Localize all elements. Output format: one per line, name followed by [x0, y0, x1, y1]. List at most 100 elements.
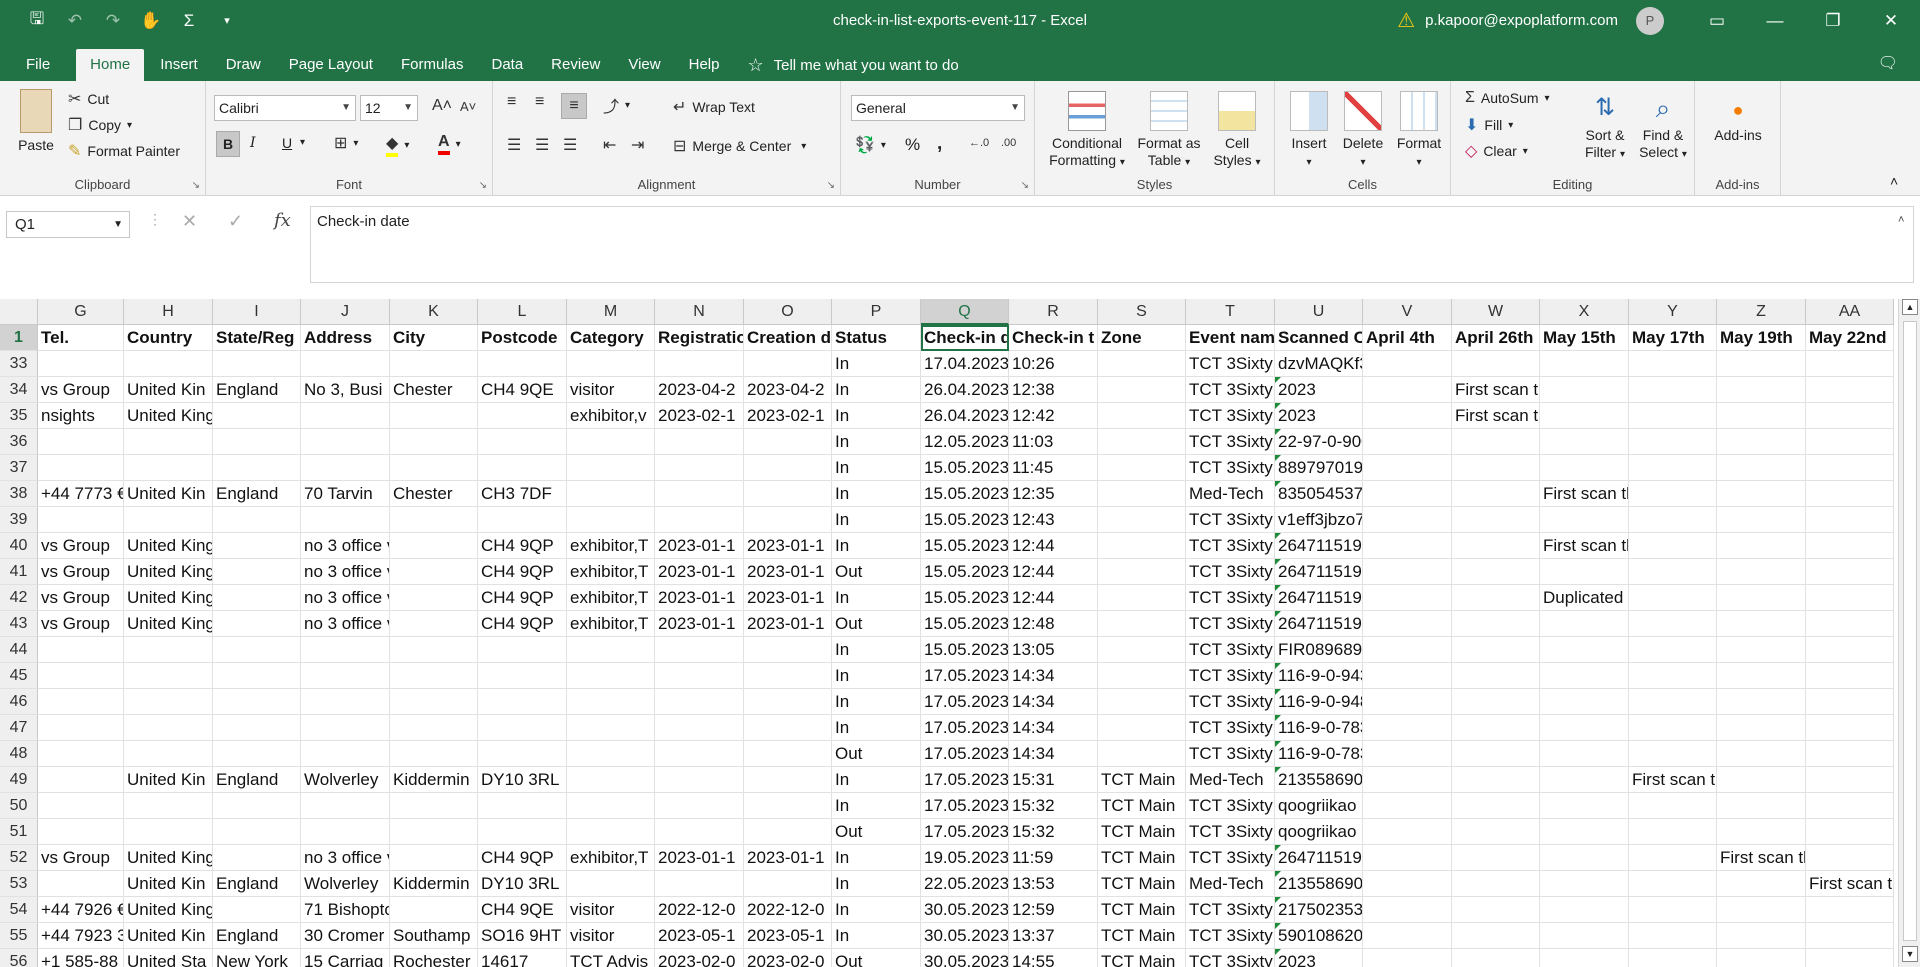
cell[interactable]: 14617 [478, 949, 567, 967]
cell[interactable] [1806, 637, 1894, 663]
cell[interactable] [1717, 741, 1806, 767]
cell[interactable]: England [213, 871, 301, 897]
cell[interactable]: 2023-02-1 [655, 403, 744, 429]
cell[interactable]: 12.05.2023 [921, 429, 1009, 455]
cell[interactable] [655, 767, 744, 793]
align-right-button[interactable]: ☰ [563, 135, 577, 155]
cell[interactable]: TCT 3Sixty [1186, 403, 1275, 429]
cell[interactable]: TCT 3Sixty [1186, 637, 1275, 663]
cell[interactable]: 22.05.2023 [921, 871, 1009, 897]
increase-indent-button[interactable]: ⇥ [631, 135, 644, 155]
cell[interactable] [213, 897, 301, 923]
cell[interactable] [213, 533, 301, 559]
cell[interactable] [744, 351, 832, 377]
row-header[interactable]: 38 [0, 481, 38, 507]
cell[interactable]: New York [213, 949, 301, 967]
cell[interactable] [1452, 611, 1540, 637]
cell[interactable] [1806, 793, 1894, 819]
cell[interactable] [1540, 767, 1629, 793]
cell[interactable] [390, 663, 478, 689]
tab-formulas[interactable]: Formulas [387, 49, 478, 81]
cell[interactable] [213, 507, 301, 533]
cell[interactable]: TCT 3Sixty [1186, 715, 1275, 741]
cell[interactable]: 2023-05-1 [744, 923, 832, 949]
row-header[interactable]: 43 [0, 611, 38, 637]
touch-mode-icon[interactable]: ✋ [134, 6, 168, 36]
cell[interactable] [1363, 923, 1452, 949]
cell[interactable]: In [832, 455, 921, 481]
cell[interactable]: In [832, 403, 921, 429]
cell[interactable] [1540, 949, 1629, 967]
cell[interactable]: April 26th [1452, 325, 1540, 351]
cell[interactable] [478, 507, 567, 533]
cell[interactable] [478, 429, 567, 455]
cell[interactable]: In [832, 637, 921, 663]
cell[interactable] [1806, 611, 1894, 637]
cell[interactable] [213, 637, 301, 663]
cell[interactable] [1629, 585, 1717, 611]
cell[interactable] [1363, 767, 1452, 793]
cell[interactable] [655, 793, 744, 819]
cell[interactable] [1629, 377, 1717, 403]
cell[interactable] [1363, 637, 1452, 663]
cell[interactable]: TCT Main [1098, 949, 1186, 967]
cell[interactable] [1806, 585, 1894, 611]
cell[interactable] [478, 741, 567, 767]
cell[interactable] [38, 819, 124, 845]
dialog-launcher-icon[interactable]: ↘ [1021, 180, 1029, 191]
cell[interactable] [1629, 689, 1717, 715]
cell[interactable]: TCT Main [1098, 767, 1186, 793]
delete-cells-button[interactable]: Delete ▾ [1337, 91, 1389, 171]
cell[interactable]: 30 Cromer [301, 923, 390, 949]
cell[interactable]: 116-9-0-783862 [1275, 715, 1363, 741]
cell[interactable] [1717, 481, 1806, 507]
cell[interactable]: 12:48 [1009, 611, 1098, 637]
cell[interactable] [1363, 819, 1452, 845]
cell[interactable] [1098, 377, 1186, 403]
cell[interactable]: qoogriikao [1275, 793, 1363, 819]
row-header[interactable]: 53 [0, 871, 38, 897]
cell[interactable]: Out [832, 559, 921, 585]
cell[interactable]: 15 Carriag [301, 949, 390, 967]
cell[interactable] [1806, 819, 1894, 845]
cell[interactable]: 12:59 [1009, 897, 1098, 923]
cell[interactable] [124, 429, 213, 455]
cell[interactable]: 12:42 [1009, 403, 1098, 429]
cell[interactable] [744, 429, 832, 455]
cell[interactable]: 2175023532581 [1275, 897, 1363, 923]
cell[interactable]: First scan this day [1452, 403, 1540, 429]
cell[interactable]: 2023-01-1 [655, 585, 744, 611]
cell[interactable] [1806, 949, 1894, 967]
cell[interactable] [1806, 559, 1894, 585]
row-header[interactable]: 48 [0, 741, 38, 767]
cell[interactable] [390, 845, 478, 871]
cell[interactable]: In [832, 793, 921, 819]
cell[interactable] [1717, 585, 1806, 611]
cell[interactable] [655, 429, 744, 455]
cell[interactable] [1717, 793, 1806, 819]
cell[interactable]: TCT 3Sixty [1186, 429, 1275, 455]
cell[interactable] [655, 819, 744, 845]
cell[interactable]: CH4 9QP [478, 585, 567, 611]
cell[interactable] [1540, 741, 1629, 767]
cell[interactable] [655, 741, 744, 767]
cell[interactable] [390, 403, 478, 429]
cell[interactable]: England [213, 377, 301, 403]
cell[interactable] [1363, 455, 1452, 481]
cell[interactable] [38, 767, 124, 793]
cancel-icon[interactable]: ✕ [182, 211, 197, 232]
cell[interactable] [301, 507, 390, 533]
cell[interactable]: 2023 [1275, 377, 1363, 403]
cell[interactable] [1629, 637, 1717, 663]
cell[interactable]: April 4th [1363, 325, 1452, 351]
cell[interactable]: United Kingdom [124, 585, 213, 611]
cell[interactable]: In [832, 871, 921, 897]
cell[interactable] [1629, 741, 1717, 767]
row-header[interactable]: 37 [0, 455, 38, 481]
cell[interactable]: exhibitor,T [567, 533, 655, 559]
cell[interactable] [1717, 689, 1806, 715]
scroll-up-icon[interactable]: ▲ [1902, 299, 1918, 315]
cell[interactable]: In [832, 351, 921, 377]
cell[interactable] [478, 819, 567, 845]
cell[interactable] [1717, 377, 1806, 403]
